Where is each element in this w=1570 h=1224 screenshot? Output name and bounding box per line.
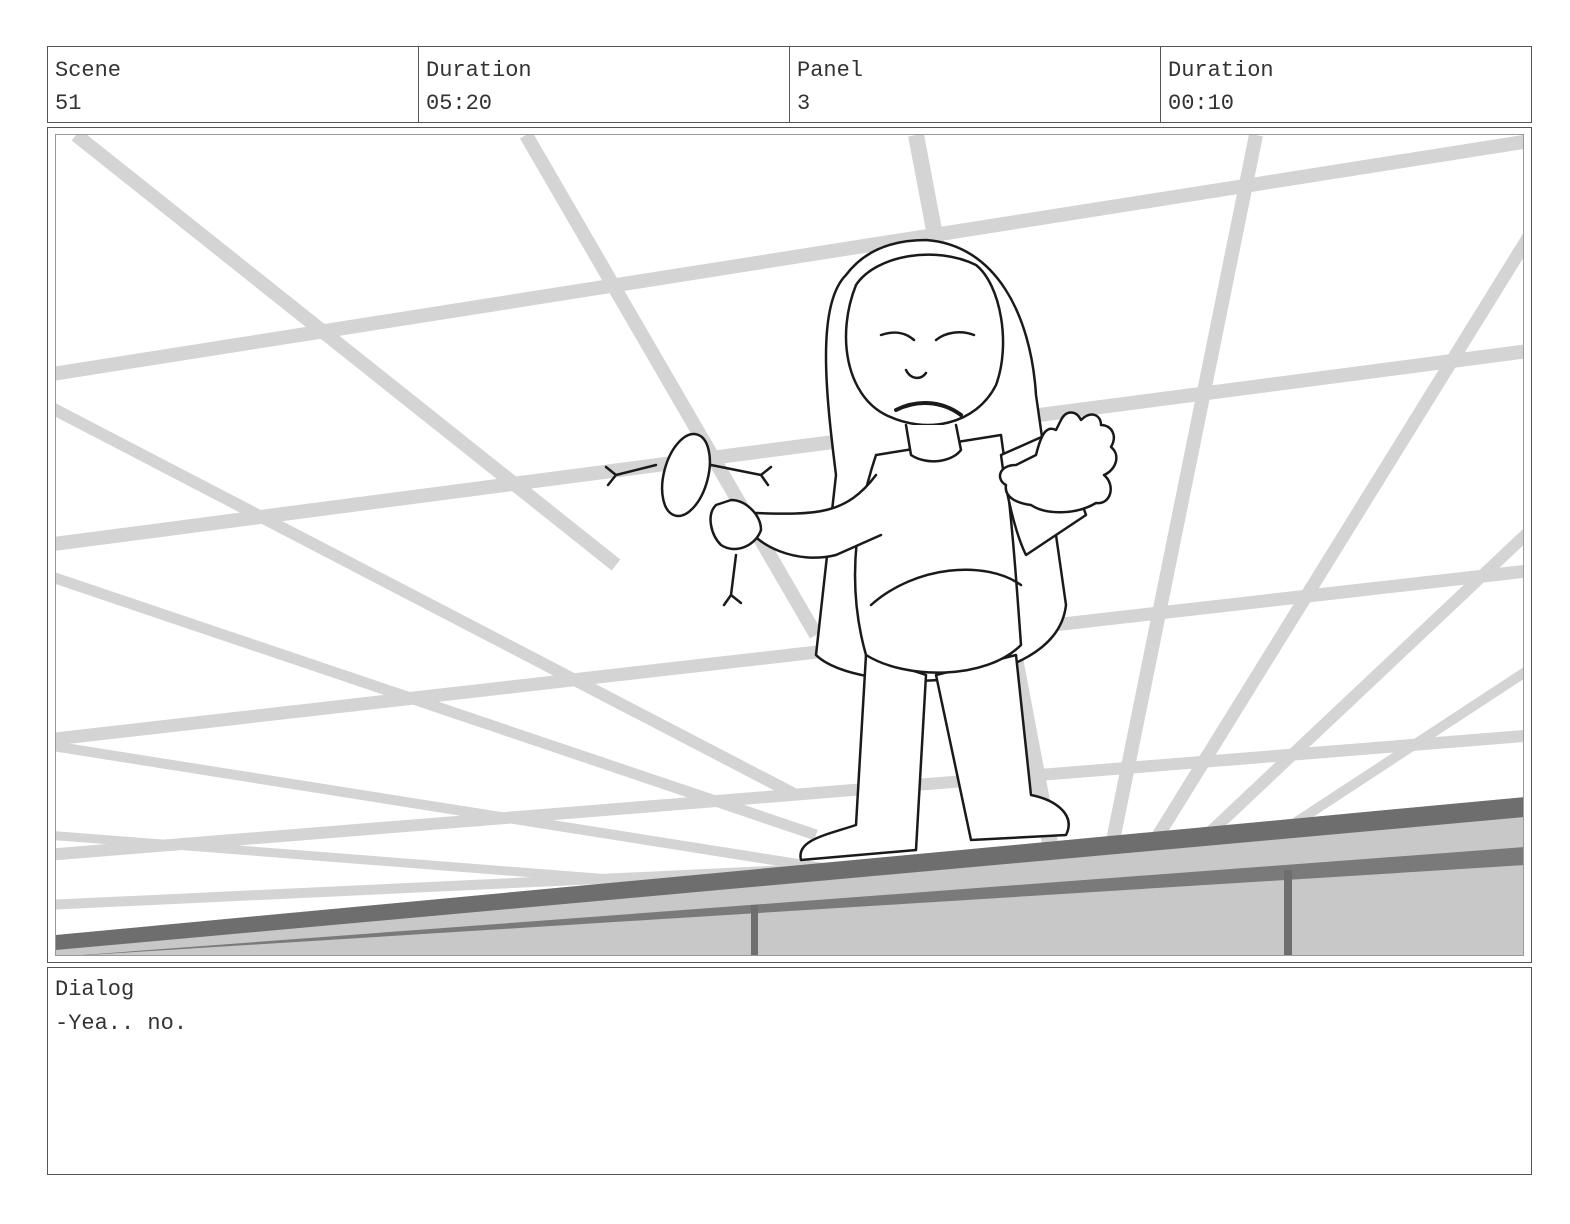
scene-number: 51 (55, 91, 82, 116)
panel-duration-value: 00:10 (1168, 91, 1235, 116)
dialog-box: Dialog -Yea.. no. (47, 967, 1532, 1175)
panel-duration-label: Duration (1168, 58, 1274, 83)
storyboard-panel-image (55, 134, 1524, 956)
panel-duration-cell: Duration 00:10 (1161, 47, 1531, 122)
storyboard-panel-frame (47, 127, 1532, 963)
storyboard-sketch (56, 135, 1523, 955)
scene-duration-label: Duration (426, 58, 532, 83)
scene-info-header: Scene 51 Duration 05:20 Panel 3 Duration… (47, 46, 1532, 123)
panel-label: Panel (797, 58, 864, 83)
scene-duration-value: 05:20 (426, 91, 493, 116)
panel-number: 3 (797, 91, 811, 116)
scene-cell: Scene 51 (48, 47, 419, 122)
dialog-text: -Yea.. no. (55, 1011, 188, 1036)
panel-cell: Panel 3 (790, 47, 1161, 122)
scene-duration-cell: Duration 05:20 (419, 47, 790, 122)
scene-label: Scene (55, 58, 122, 83)
dialog-label: Dialog (55, 977, 135, 1002)
